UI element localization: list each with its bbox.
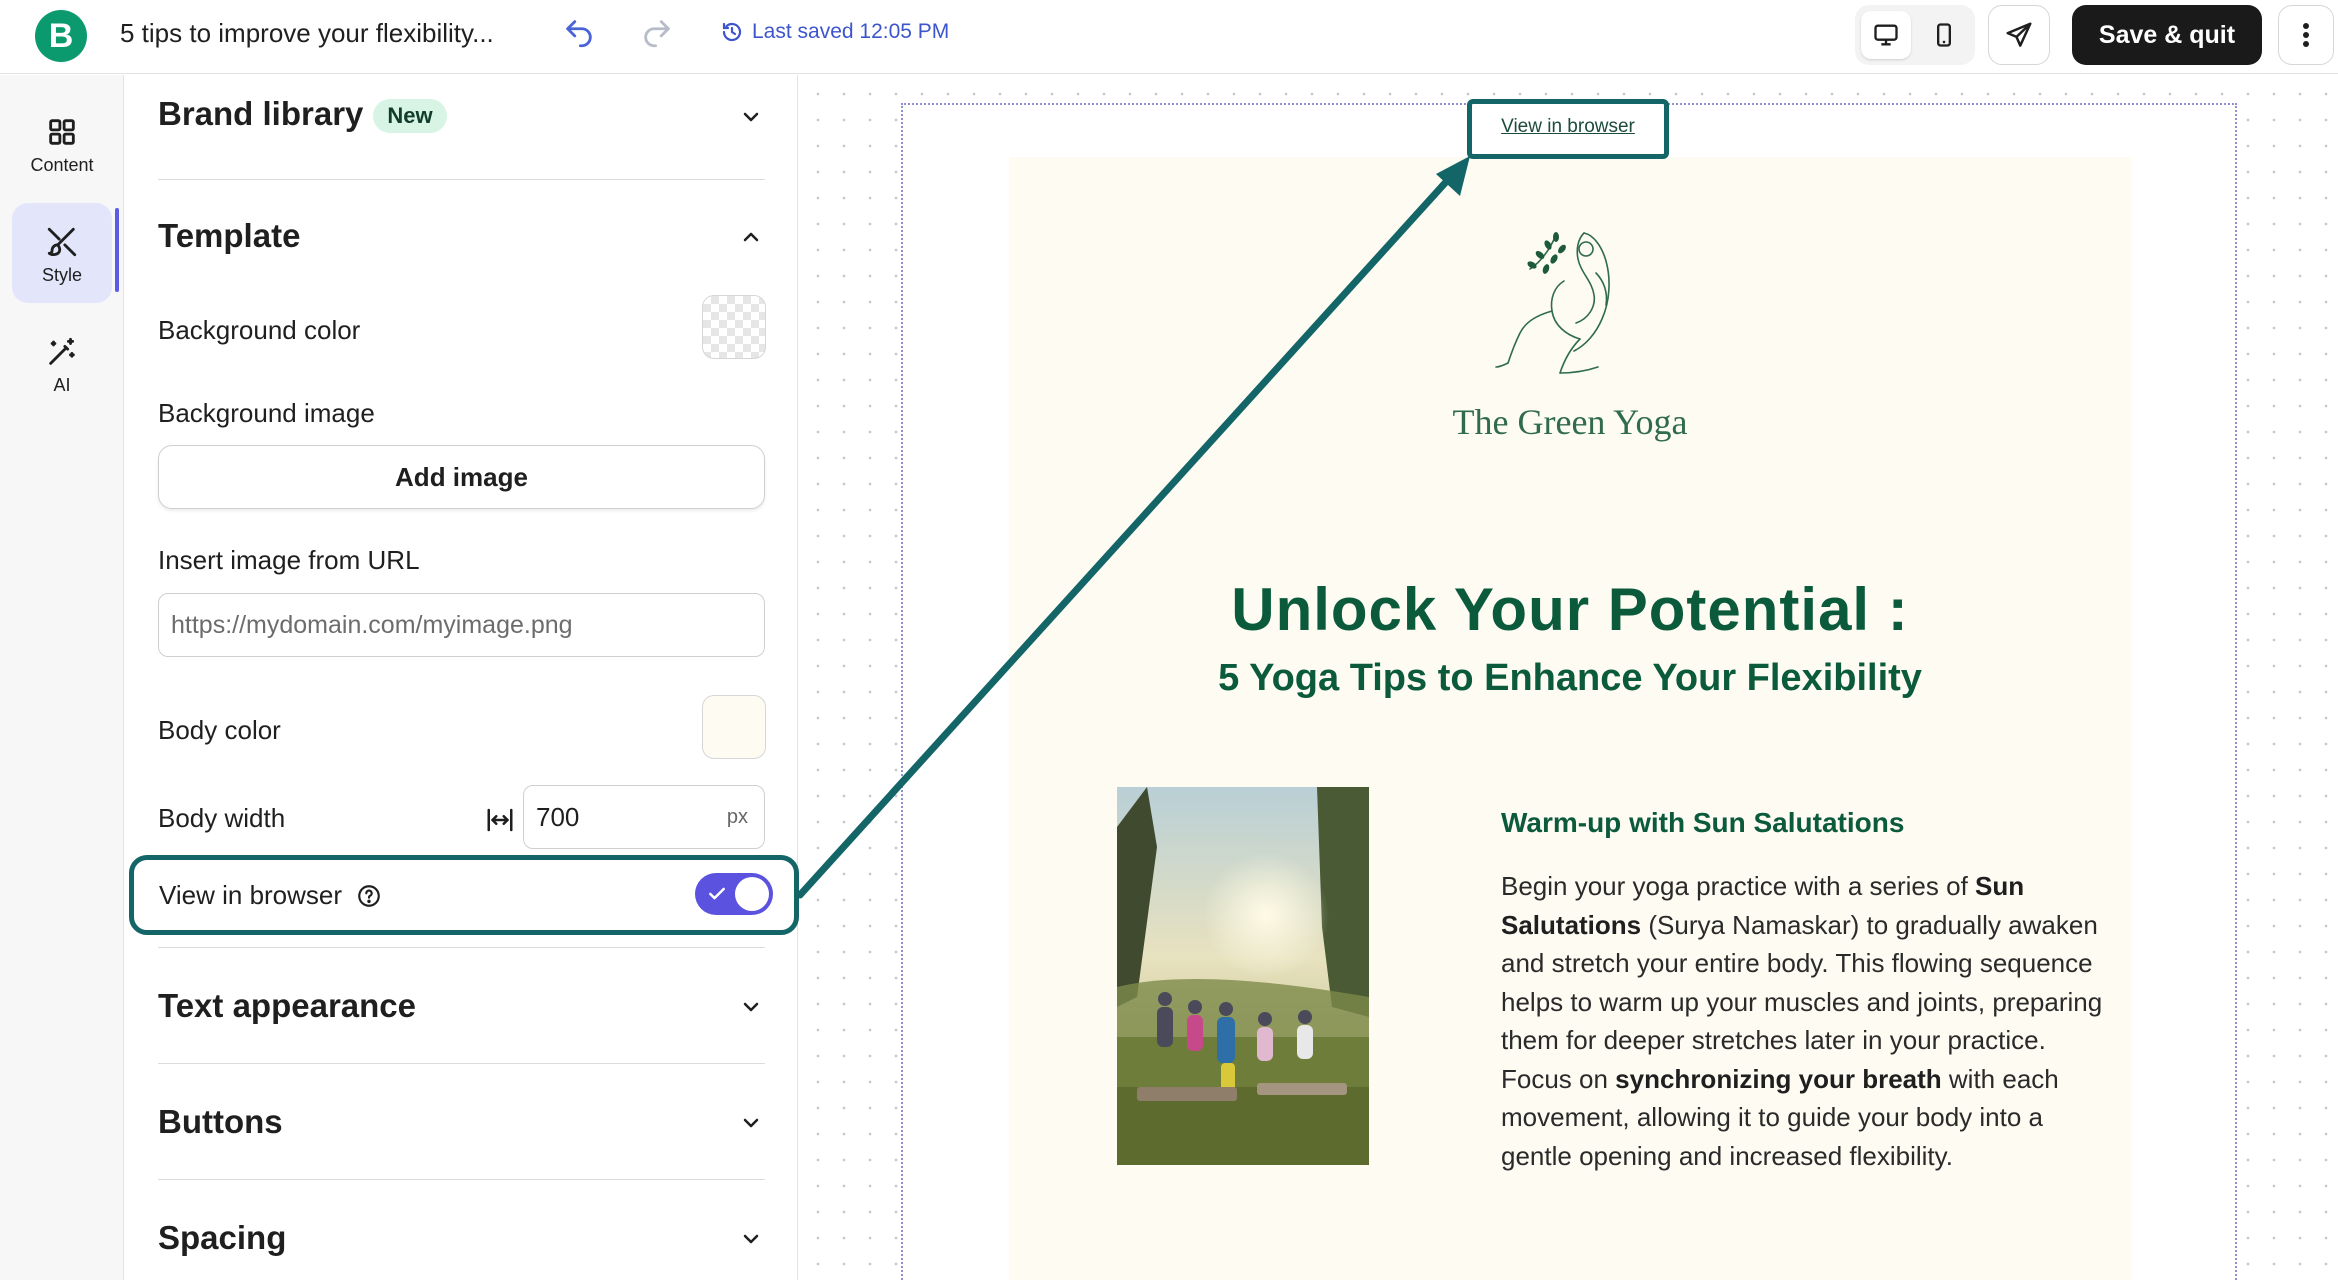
article-body[interactable]: Begin your yoga practice with a series o…	[1501, 867, 2111, 1175]
view-in-browser-label-row: View in browser	[159, 880, 382, 911]
rail-item-style[interactable]: Style	[12, 203, 112, 303]
rail-active-indicator	[115, 208, 119, 292]
view-in-browser-toggle[interactable]	[695, 873, 773, 915]
device-preview-toggle	[1855, 5, 1975, 65]
article-title[interactable]: Warm-up with Sun Salutations	[1501, 807, 1904, 839]
brand-library-header[interactable]: Brand library New	[158, 95, 447, 134]
check-icon	[709, 887, 725, 900]
chevron-down-icon[interactable]	[739, 1111, 763, 1135]
toggle-knob	[735, 877, 769, 911]
left-rail: Content Style AI	[0, 75, 124, 1280]
hero-title[interactable]: Unlock Your Potential :	[1009, 575, 2131, 644]
text-appearance-header[interactable]: Text appearance	[158, 987, 416, 1025]
new-badge: New	[373, 99, 447, 134]
rail-item-label: AI	[53, 375, 71, 395]
section-divider	[158, 947, 765, 948]
view-in-browser-link[interactable]: View in browser	[1472, 116, 1664, 138]
redo-icon[interactable]	[640, 16, 674, 50]
last-saved-status[interactable]: Last saved 12:05 PM	[720, 20, 949, 44]
background-color-label: Background color	[158, 315, 361, 345]
rail-item-content[interactable]: Content	[12, 93, 112, 193]
last-saved-text: Last saved 12:05 PM	[752, 20, 950, 43]
template-section-title[interactable]: Template	[158, 217, 300, 255]
style-settings-panel: Brand library New Template Background col…	[125, 75, 799, 1280]
brush-icon	[47, 227, 77, 257]
body-width-unit: px	[726, 806, 748, 828]
email-template-frame[interactable]: The Green Yoga Unlock Your Potential : 5…	[901, 99, 2237, 1280]
background-color-swatch[interactable]	[702, 295, 766, 359]
background-image-label: Background image	[158, 398, 375, 428]
send-test-button[interactable]	[1988, 5, 2050, 65]
history-icon	[722, 22, 742, 42]
magic-wand-icon	[49, 337, 75, 365]
undo-icon[interactable]	[562, 16, 596, 50]
help-icon[interactable]	[356, 883, 382, 909]
more-options-button[interactable]	[2278, 5, 2334, 65]
body-width-value: 700	[536, 802, 580, 832]
hero-subtitle[interactable]: 5 Yoga Tips to Enhance Your Flexibility	[1009, 657, 2131, 700]
rail-item-label: Content	[30, 155, 94, 175]
brevo-logo[interactable]: B	[35, 10, 87, 62]
desktop-icon	[1874, 24, 1898, 46]
view-in-browser-link-highlight: View in browser	[1467, 99, 1669, 159]
more-vertical-icon	[2303, 23, 2309, 47]
section-divider	[158, 179, 765, 180]
article-bold-text: synchronizing your breath	[1615, 1063, 1942, 1094]
width-arrows-icon	[487, 808, 513, 832]
chevron-down-icon[interactable]	[739, 105, 763, 129]
document-title[interactable]: 5 tips to improve your flexibility...	[120, 18, 494, 49]
section-divider	[158, 1063, 765, 1064]
mobile-icon	[1937, 23, 1951, 47]
body-width-label: Body width	[158, 803, 286, 833]
body-color-label: Body color	[158, 715, 281, 745]
save-and-quit-button[interactable]: Save & quit	[2072, 5, 2262, 65]
paper-plane-icon	[2006, 22, 2032, 47]
add-image-button[interactable]: Add image	[158, 445, 765, 509]
chevron-down-icon[interactable]	[739, 1227, 763, 1251]
insert-url-label: Insert image from URL	[158, 545, 420, 575]
yoga-group-photo[interactable]	[1117, 787, 1369, 1165]
email-body[interactable]: The Green Yoga Unlock Your Potential : 5…	[1009, 157, 2131, 1280]
brand-name: The Green Yoga	[1452, 402, 1688, 442]
view-in-browser-label: View in browser	[159, 880, 343, 910]
chevron-down-icon[interactable]	[739, 995, 763, 1019]
image-url-input[interactable]	[158, 593, 765, 657]
editor-canvas: The Green Yoga Unlock Your Potential : 5…	[799, 75, 2338, 1280]
article-text: Begin your yoga practice with a series o…	[1501, 871, 1976, 901]
body-width-input[interactable]: 700 px	[523, 785, 765, 849]
spacing-header[interactable]: Spacing	[158, 1219, 286, 1257]
grid-icon	[49, 119, 75, 145]
body-color-swatch[interactable]	[702, 695, 766, 759]
brand-library-title: Brand library	[158, 95, 364, 132]
desktop-preview-button[interactable]	[1861, 11, 1911, 59]
top-bar: B 5 tips to improve your flexibility... …	[0, 0, 2338, 74]
view-in-browser-highlight: View in browser	[129, 855, 799, 935]
section-divider	[158, 1179, 765, 1180]
rail-item-ai[interactable]: AI	[12, 313, 112, 413]
buttons-header[interactable]: Buttons	[158, 1103, 283, 1141]
mobile-preview-button[interactable]	[1919, 11, 1969, 59]
rail-item-label: Style	[41, 265, 83, 285]
chevron-up-icon[interactable]	[739, 225, 763, 249]
yoga-logo-icon	[1495, 232, 1610, 374]
